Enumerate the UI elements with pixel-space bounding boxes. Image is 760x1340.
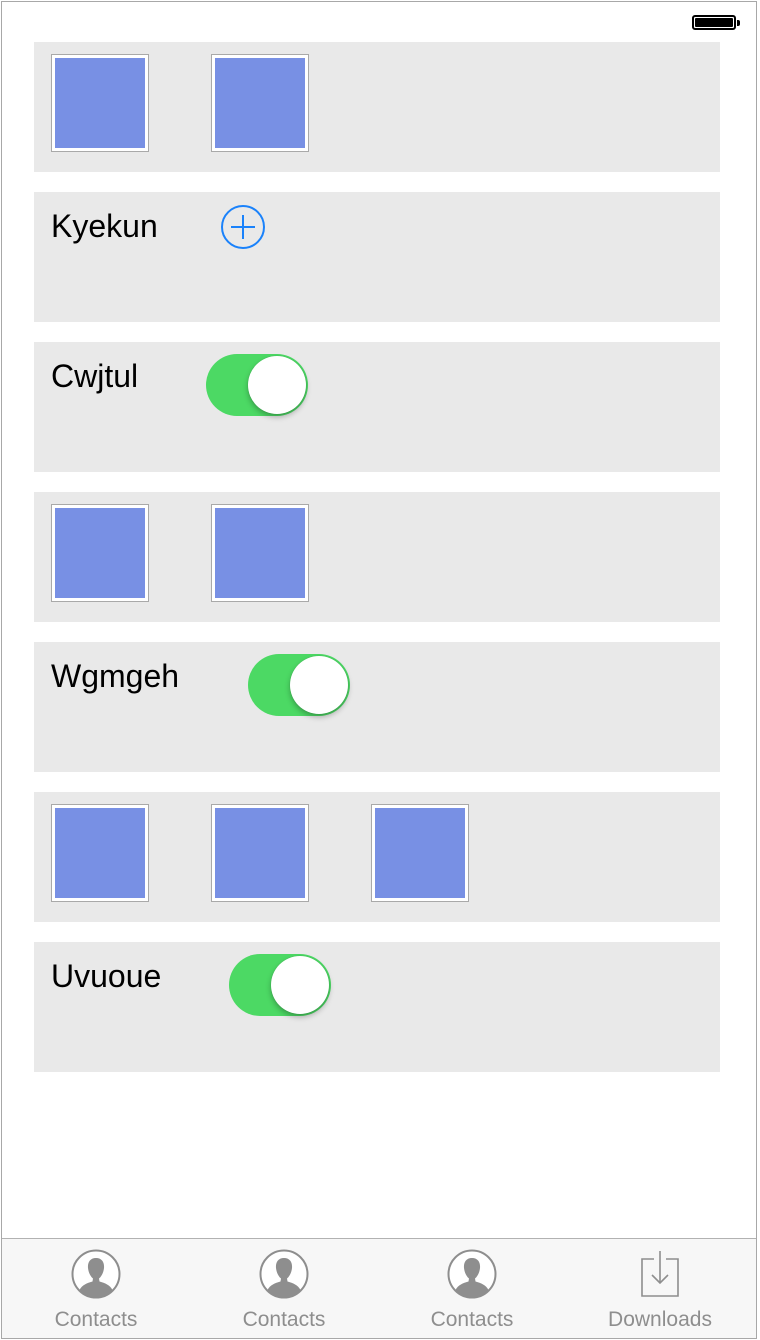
- image-thumbnail[interactable]: [51, 804, 149, 902]
- row-label: Uvuoue: [51, 958, 162, 994]
- contacts-icon: [259, 1249, 309, 1299]
- tab-contacts[interactable]: Contacts: [190, 1239, 378, 1338]
- image-thumbnail[interactable]: [51, 54, 149, 152]
- image-thumbnail[interactable]: [51, 504, 149, 602]
- image-row: [34, 492, 720, 622]
- battery-icon: [692, 15, 736, 30]
- image-row: [34, 42, 720, 172]
- tab-contacts[interactable]: Contacts: [2, 1239, 190, 1338]
- tab-label: Contacts: [54, 1308, 138, 1331]
- battery-fill: [695, 18, 733, 27]
- tab-downloads[interactable]: Downloads: [566, 1239, 754, 1338]
- image-placeholder: [55, 508, 145, 598]
- tab-label: Contacts: [242, 1308, 326, 1331]
- image-placeholder: [215, 508, 305, 598]
- tab-label: Contacts: [430, 1308, 514, 1331]
- image-row: [34, 792, 720, 922]
- image-placeholder: [215, 58, 305, 148]
- contacts-icon: [71, 1249, 121, 1299]
- toggle-switch[interactable]: [206, 354, 308, 416]
- row-label: Kyekun: [51, 208, 158, 244]
- toggle-row: Uvuoue: [34, 942, 720, 1072]
- toggle-row: Wgmgeh: [34, 642, 720, 772]
- add-button[interactable]: [220, 204, 266, 250]
- tab-bar: Contacts Contacts Contacts Downloads: [2, 1238, 756, 1338]
- row-label: Wgmgeh: [51, 658, 180, 694]
- toggle-knob: [248, 356, 306, 414]
- plus-circle-icon: [221, 205, 265, 249]
- toggle-knob: [290, 656, 348, 714]
- image-thumbnail[interactable]: [211, 504, 309, 602]
- app-screen: Kyekun Cwjtul Wgmgeh Uvuoue Contacts Con…: [1, 1, 757, 1339]
- tab-contacts[interactable]: Contacts: [378, 1239, 566, 1338]
- tab-label: Downloads: [608, 1308, 712, 1331]
- toggle-knob: [271, 956, 329, 1014]
- image-placeholder: [55, 808, 145, 898]
- image-thumbnail[interactable]: [211, 804, 309, 902]
- image-thumbnail[interactable]: [211, 54, 309, 152]
- contacts-icon: [447, 1249, 497, 1299]
- image-placeholder: [215, 808, 305, 898]
- add-row: Kyekun: [34, 192, 720, 322]
- image-thumbnail[interactable]: [371, 804, 469, 902]
- downloads-icon: [641, 1251, 679, 1297]
- battery-tip: [737, 20, 740, 26]
- image-placeholder: [55, 58, 145, 148]
- image-placeholder: [375, 808, 465, 898]
- toggle-row: Cwjtul: [34, 342, 720, 472]
- toggle-switch[interactable]: [248, 654, 350, 716]
- row-label: Cwjtul: [51, 358, 139, 394]
- toggle-switch[interactable]: [229, 954, 331, 1016]
